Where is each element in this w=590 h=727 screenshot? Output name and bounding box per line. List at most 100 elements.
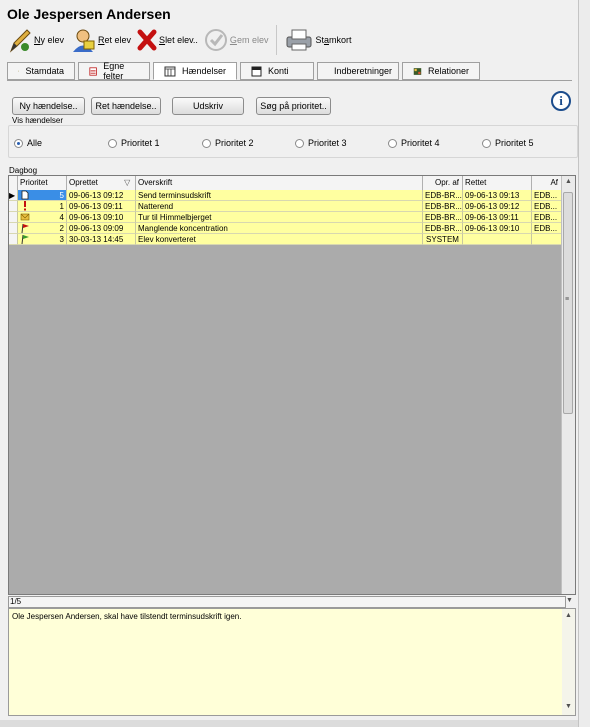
- table-row[interactable]: 1 09-06-13 09:11 Natterend EDB-BR... 09-06-1…: [9, 201, 562, 212]
- scroll-down-icon[interactable]: ▼: [566, 597, 573, 604]
- radio-label: Prioritet 4: [401, 138, 440, 148]
- cell-created-by[interactable]: EDB-BR...: [423, 201, 463, 212]
- cell-priority[interactable]: 1: [18, 201, 67, 212]
- tab-konti[interactable]: Konti: [240, 62, 314, 80]
- radio-dot: [108, 138, 117, 148]
- cell-heading[interactable]: Send terminsudskrift: [136, 190, 423, 201]
- cell-created-by[interactable]: EDB-BR...: [423, 223, 463, 234]
- row-indicator[interactable]: [9, 223, 18, 234]
- scroll-thumb[interactable]: [563, 192, 573, 414]
- cell-created[interactable]: 09-06-13 09:12: [67, 190, 136, 201]
- col-header-created-by[interactable]: Opr. af: [423, 176, 463, 190]
- cell-priority[interactable]: 2: [18, 223, 67, 234]
- cell-modified[interactable]: 09-06-13 09:12: [463, 201, 532, 212]
- cell-modified[interactable]: 09-06-13 09:13: [463, 190, 532, 201]
- edit-person-icon: [73, 29, 95, 52]
- radio-priority-1[interactable]: Prioritet 1: [108, 138, 160, 148]
- cell-created-by[interactable]: SYSTEM: [423, 234, 463, 245]
- header-corner-icon[interactable]: [9, 176, 18, 190]
- new-student-button[interactable]: Ny elev: [8, 27, 64, 53]
- edit-event-button[interactable]: Ret hændelse..: [91, 97, 161, 115]
- cell-by[interactable]: [532, 234, 562, 245]
- tab-haendelser[interactable]: Hændelser: [153, 62, 237, 80]
- check-icon: [204, 29, 227, 51]
- row-indicator[interactable]: ▶: [9, 190, 18, 201]
- grid-scrollbar[interactable]: ▲ ≡: [561, 176, 575, 594]
- tab-relationer[interactable]: Relationer: [402, 62, 480, 80]
- cell-priority[interactable]: 5: [18, 190, 67, 201]
- new-event-button[interactable]: Ny hændelse..: [12, 97, 85, 115]
- cell-by[interactable]: EDB...: [532, 223, 562, 234]
- col-header-by[interactable]: Af: [532, 176, 562, 190]
- cell-created[interactable]: 09-06-13 09:11: [67, 201, 136, 212]
- radio-dot: [295, 138, 304, 148]
- radio-dot: [388, 138, 397, 148]
- print-button[interactable]: Udskriv: [172, 97, 244, 115]
- delete-student-button[interactable]: Slet elev..: [137, 29, 198, 51]
- student-card-label: mkort: [328, 35, 352, 45]
- row-indicator[interactable]: [9, 201, 18, 212]
- save-student-button[interactable]: Gem elev: [204, 28, 269, 52]
- tab-label: Egne felter: [103, 61, 125, 81]
- relations-icon: [413, 67, 422, 75]
- cell-created[interactable]: 30-03-13 14:45: [67, 234, 136, 245]
- edit-student-button[interactable]: Ret elev: [70, 27, 131, 53]
- cell-priority[interactable]: 3: [18, 234, 67, 245]
- memo-text: Ole Jespersen Andersen, skal have tilste…: [12, 612, 242, 621]
- row-indicator[interactable]: [9, 234, 18, 245]
- info-icon[interactable]: i: [551, 91, 571, 111]
- tab-egne-felter[interactable]: Egne felter: [78, 61, 150, 81]
- cell-heading[interactable]: Elev konverteret: [136, 234, 423, 245]
- memo-scrollbar[interactable]: ▲ ▼: [562, 609, 575, 715]
- form-icon: [89, 66, 97, 76]
- scroll-up-icon[interactable]: ▲: [565, 178, 572, 185]
- col-header-priority[interactable]: Prioritet: [18, 176, 67, 190]
- event-memo[interactable]: Ole Jespersen Andersen, skal have tilste…: [8, 608, 576, 716]
- sort-icon: ▽: [124, 178, 131, 187]
- radio-priority-2[interactable]: Prioritet 2: [202, 138, 254, 148]
- table-row[interactable]: 3 30-03-13 14:45 Elev konverteret SYSTEM: [9, 234, 562, 245]
- table-row[interactable]: ▶ 5 09-06-13 09:12 Send terminsudskrift EDB-…: [9, 190, 562, 201]
- search-priority-button[interactable]: Søg på prioritet..: [256, 97, 331, 115]
- student-card-label-pre: St: [315, 35, 324, 45]
- tab-label: Hændelser: [181, 66, 226, 76]
- table-row[interactable]: 4 09-06-13 09:10 Tur til Himmelbjerget EDB-…: [9, 212, 562, 223]
- cell-priority[interactable]: 4: [18, 212, 67, 223]
- col-header-heading[interactable]: Overskrift: [136, 176, 423, 190]
- diary-grid[interactable]: Prioritet Oprettet ▽ Overskrift Opr. af …: [8, 175, 576, 595]
- cell-modified[interactable]: 09-06-13 09:10: [463, 223, 532, 234]
- cell-created-by[interactable]: EDB-BR...: [423, 190, 463, 201]
- radio-dot: [202, 138, 211, 148]
- col-header-created[interactable]: Oprettet ▽: [67, 176, 136, 190]
- cell-modified[interactable]: [463, 234, 532, 245]
- radio-priority-3[interactable]: Prioritet 3: [295, 138, 347, 148]
- cell-by[interactable]: EDB...: [532, 201, 562, 212]
- cell-created[interactable]: 09-06-13 09:09: [67, 223, 136, 234]
- tab-indberetninger[interactable]: Indberetninger: [317, 62, 399, 80]
- window-scrollbar[interactable]: [578, 0, 590, 727]
- toolbar-separator: [276, 25, 278, 55]
- cell-heading[interactable]: Tur til Himmelbjerget: [136, 212, 423, 223]
- radio-all[interactable]: Alle: [14, 138, 42, 148]
- radio-dot: [14, 138, 23, 148]
- radio-label: Alle: [27, 138, 43, 148]
- cell-by[interactable]: EDB...: [532, 212, 562, 223]
- cell-created[interactable]: 09-06-13 09:10: [67, 212, 136, 223]
- col-header-modified[interactable]: Rettet: [463, 176, 532, 190]
- cell-created-by[interactable]: EDB-BR...: [423, 212, 463, 223]
- radio-priority-4[interactable]: Prioritet 4: [388, 138, 440, 148]
- tab-stamdata[interactable]: Stamdata: [7, 62, 75, 80]
- scroll-up-icon[interactable]: ▲: [565, 612, 572, 619]
- radio-priority-5[interactable]: Prioritet 5: [482, 138, 534, 148]
- delete-x-icon: [137, 29, 157, 51]
- cell-modified[interactable]: 09-06-13 09:11: [463, 212, 532, 223]
- student-card-button[interactable]: Stamkort: [285, 28, 351, 52]
- cell-by[interactable]: EDB...: [532, 190, 562, 201]
- cell-heading[interactable]: Natterend: [136, 201, 423, 212]
- radio-label: Prioritet 2: [215, 138, 254, 148]
- save-student-label: em elev: [236, 35, 269, 45]
- row-indicator[interactable]: [9, 212, 18, 223]
- scroll-down-icon[interactable]: ▼: [565, 703, 572, 710]
- cell-heading[interactable]: Manglende koncentration: [136, 223, 423, 234]
- table-row[interactable]: 2 09-06-13 09:09 Manglende koncentration ED…: [9, 223, 562, 234]
